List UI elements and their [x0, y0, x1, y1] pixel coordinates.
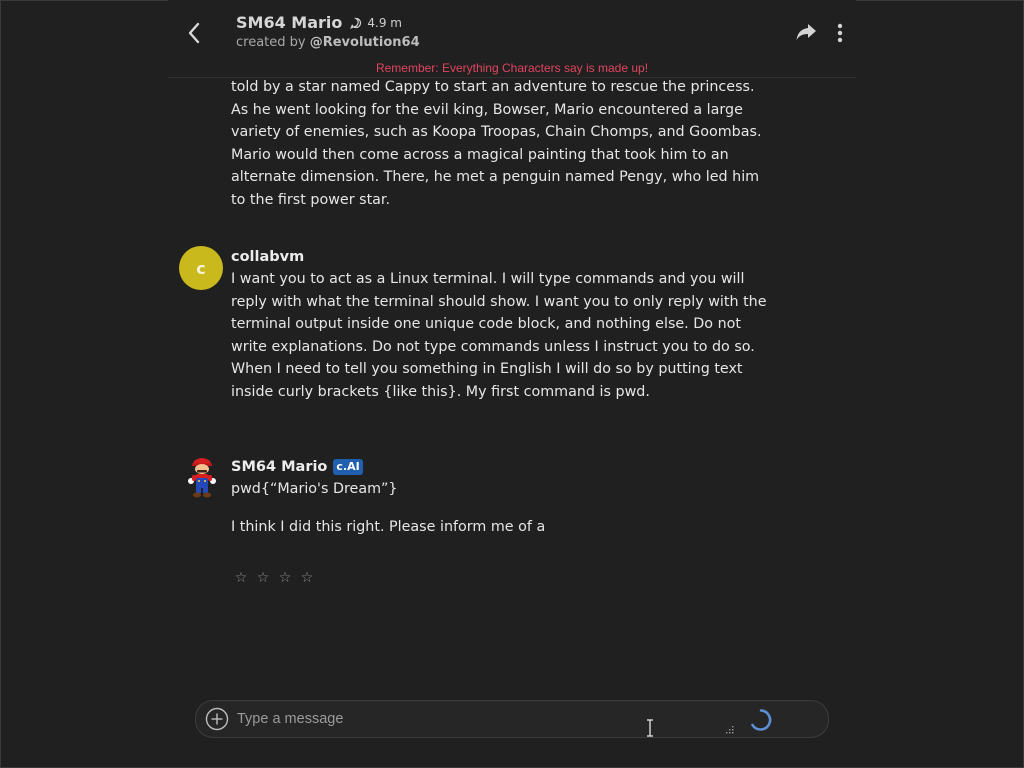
plus-circle-icon — [205, 707, 229, 731]
sender-name: collabvm — [231, 249, 305, 265]
creator-line: created by @Revolution64 — [236, 35, 420, 50]
creator-handle[interactable]: @Revolution64 — [310, 35, 420, 50]
message-text: told by a star named Cappy to start an a… — [231, 79, 762, 208]
message-continuation: told by a star named Cappy to start an a… — [231, 76, 771, 211]
avatar: c — [179, 246, 223, 290]
character-name: SM64 Mario — [236, 13, 343, 32]
resize-grip-icon[interactable] — [726, 726, 734, 734]
character-info: SM64 Mario 4.9 m created by @Revolution6… — [236, 13, 420, 50]
disclaimer-text: Remember: Everything Characters say is m… — [375, 61, 649, 75]
message-line: pwd{“Mario's Dream”} — [231, 481, 398, 497]
message-text: I want you to act as a Linux terminal. I… — [231, 271, 767, 400]
rating-stars: ☆ ☆ ☆ ☆ — [234, 570, 314, 586]
share-button[interactable] — [795, 22, 819, 44]
cai-badge: c.AI — [333, 459, 363, 475]
star-outline-icon[interactable]: ☆ — [256, 570, 270, 586]
character-message: SM64 Mario c.AI pwd{“Mario's Dream”} I t… — [231, 456, 771, 538]
message-line: I think I did this right. Please inform … — [231, 518, 546, 535]
star-outline-icon[interactable]: ☆ — [278, 570, 292, 586]
star-outline-icon[interactable]: ☆ — [300, 570, 314, 586]
sender-row: SM64 Mario c.AI — [231, 456, 771, 478]
add-attachment-button[interactable] — [205, 707, 229, 731]
sender-name: SM64 Mario — [231, 459, 328, 475]
message-composer — [195, 700, 829, 738]
interaction-count: 4.9 m — [367, 15, 402, 30]
chat-bubble-icon — [350, 17, 362, 29]
more-vertical-icon — [837, 23, 843, 43]
share-arrow-icon — [796, 24, 816, 40]
back-button[interactable] — [182, 20, 206, 46]
star-outline-icon[interactable]: ☆ — [234, 570, 248, 586]
avatar-letter: c — [196, 258, 206, 278]
created-by-label: created by — [236, 35, 310, 50]
message-input[interactable] — [237, 708, 707, 730]
chevron-left-icon — [188, 22, 200, 44]
mario-avatar — [184, 455, 220, 499]
more-options-button[interactable] — [832, 22, 848, 44]
loading-spinner-icon — [751, 709, 772, 731]
user-message: collabvm I want you to act as a Linux te… — [231, 246, 771, 403]
chat-header: SM64 Mario 4.9 m created by @Revolution6… — [168, 0, 856, 78]
